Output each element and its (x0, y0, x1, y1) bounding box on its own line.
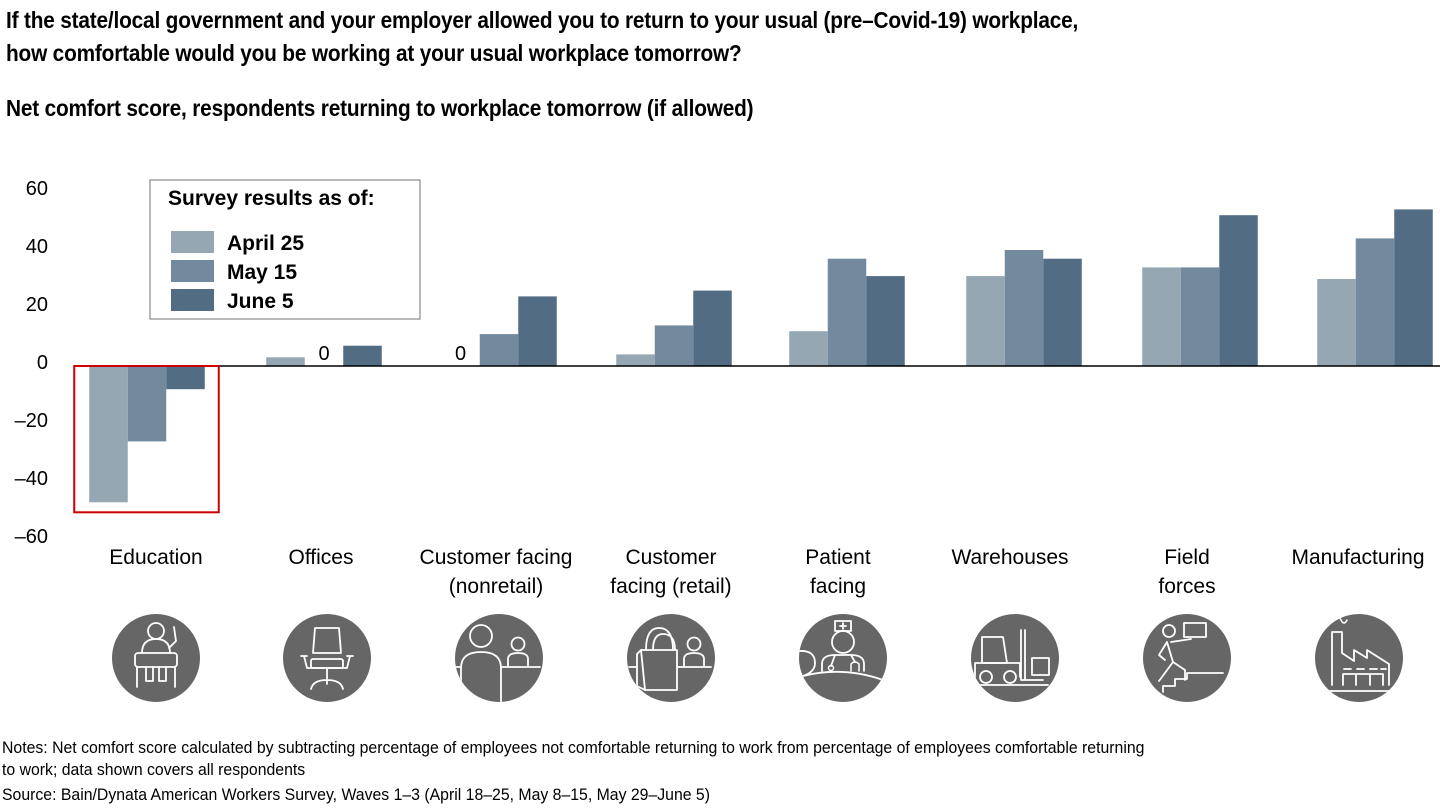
bar-june-5 (166, 366, 205, 390)
category-label: Customer (625, 546, 716, 569)
bar-april-25 (1142, 267, 1181, 366)
student-desk-icon (112, 614, 200, 702)
notes-line-1: Notes: Net comfort score calculated by s… (2, 738, 1145, 757)
icon-circle-background (112, 614, 200, 702)
bar-june-5 (518, 296, 557, 366)
y-tick-label: –20 (15, 410, 48, 432)
y-tick-label: 0 (37, 352, 48, 374)
bar-april-25 (89, 366, 128, 503)
source-note: Source: Bain/Dynata American Workers Sur… (2, 785, 710, 804)
legend-swatch (171, 260, 214, 282)
bar-may-15 (1355, 238, 1395, 366)
category-label: forces (1158, 575, 1215, 598)
legend-label: May 15 (227, 261, 297, 284)
y-tick-label: –40 (15, 468, 48, 490)
bar-june-5 (1219, 215, 1258, 366)
factory-icon (1315, 614, 1403, 702)
customer-counter-icon (455, 614, 543, 702)
icon-circle-background (1315, 614, 1403, 702)
y-axis: 60 40 20 0 –20 –40 –60 (15, 178, 48, 548)
legend-label: June 5 (227, 290, 294, 313)
bar-may-15 (654, 325, 694, 366)
category-label: Education (109, 546, 202, 569)
bar-may-15 (1180, 267, 1220, 366)
bar-may-15 (127, 366, 167, 442)
zero-value-labels: 00 (318, 343, 466, 365)
icon-circle-background (1143, 614, 1231, 702)
zero-value-label: 0 (455, 343, 466, 365)
category-label: (nonretail) (449, 575, 544, 598)
category-label: Manufacturing (1291, 546, 1424, 569)
bar-april-25 (616, 354, 655, 366)
bar-may-15 (827, 258, 867, 366)
icon-circle-background (627, 614, 715, 702)
office-chair-icon (283, 614, 371, 702)
zero-value-label: 0 (318, 343, 329, 365)
legend: Survey results as of: April 25 May 15 June… (149, 179, 421, 320)
bar-june-5 (866, 276, 905, 366)
courier-stairs-icon (1143, 614, 1231, 702)
bar-april-25 (266, 357, 305, 366)
notes-line-2: to work; data shown covers all responden… (2, 760, 306, 779)
shopping-bag-icon (627, 614, 715, 702)
x-axis-category-labels: Education Offices Customer facing (nonretai… (109, 546, 1424, 598)
y-tick-label: 60 (26, 178, 48, 200)
nurse-icon (799, 614, 887, 702)
legend-label: April 25 (227, 232, 304, 255)
category-icons (112, 614, 1403, 702)
bar-april-25 (966, 276, 1005, 366)
legend-swatch (171, 289, 214, 311)
bar-june-5 (343, 345, 382, 366)
category-label: Patient (805, 546, 871, 569)
category-label: Field (1164, 546, 1210, 569)
category-label: Warehouses (951, 546, 1068, 569)
legend-swatch (171, 231, 214, 253)
y-tick-label: 20 (26, 294, 48, 316)
bar-april-25 (789, 331, 828, 366)
category-label: facing (810, 575, 866, 598)
bar-june-5 (1043, 258, 1082, 366)
bar-chart: 6040200–20–40–60 00 Survey results as of… (15, 178, 1440, 702)
bar-may-15 (479, 334, 519, 366)
category-label: Offices (289, 546, 354, 569)
y-tick-label: –60 (15, 526, 48, 548)
category-label: Customer facing (420, 546, 573, 569)
y-tick-label: 40 (26, 236, 48, 258)
legend-title: Survey results as of: (168, 187, 375, 210)
bar-june-5 (1394, 209, 1433, 366)
bar-june-5 (693, 290, 732, 366)
forklift-icon (971, 614, 1059, 702)
category-label: facing (retail) (610, 575, 731, 598)
bar-may-15 (1004, 250, 1044, 366)
bar-april-25 (1317, 279, 1356, 366)
